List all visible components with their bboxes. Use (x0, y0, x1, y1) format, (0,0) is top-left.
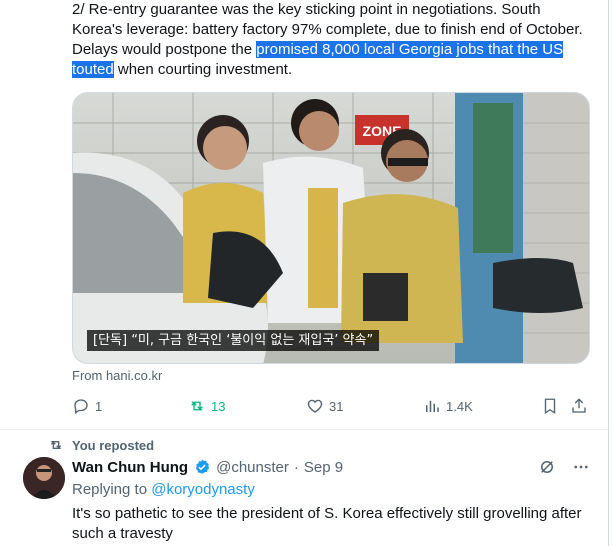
separator-dot: · (293, 458, 299, 476)
timeline-border (608, 0, 609, 546)
tweet-date[interactable]: Sep 9 (304, 459, 343, 476)
tweet-text: It's so pathetic to see the president of… (72, 505, 582, 542)
repost-icon (191, 401, 203, 411)
tweet-text-end: when courting investment. (113, 61, 293, 78)
reply-button[interactable]: 1 (72, 394, 102, 418)
share-icon (572, 398, 586, 413)
avatar[interactable] (23, 457, 65, 499)
reply-count: 1 (95, 398, 103, 414)
image-caption: [단독] “미, 구금 한국인 ‘불이익 없는 재입국’ 약속” (87, 330, 380, 351)
tweet-media-image[interactable]: ZONE [단독] “미, 구금 한국인 ‘불이익 없는 재입국’ 약속” (72, 92, 590, 364)
view-count: 1.4K (446, 398, 473, 414)
replying-label: Replying to (72, 481, 148, 498)
link-source[interactable]: From hani.co.kr (72, 368, 162, 383)
photo: ZONE (73, 93, 589, 363)
more-options-icon[interactable] (572, 458, 590, 476)
views-button[interactable]: 1.4K (423, 394, 473, 418)
author-handle[interactable]: @chunster (216, 459, 289, 476)
repost-label[interactable]: You reposted (72, 438, 154, 453)
bookmark-button[interactable] (541, 394, 559, 418)
social-context: You reposted (48, 436, 154, 454)
repost-button[interactable]: 13 (188, 394, 225, 418)
tweet-actions: 1 13 31 1.4K (72, 394, 592, 418)
replying-to: Replying to @koryodynasty (72, 481, 255, 498)
like-count: 31 (329, 398, 344, 414)
tweet-top-actions (538, 458, 590, 476)
repost-count: 13 (211, 398, 226, 414)
analytics-icon (426, 400, 439, 412)
like-button[interactable]: 31 (306, 394, 343, 418)
replying-handle-link[interactable]: @koryodynasty (151, 481, 255, 498)
grok-icon[interactable] (538, 458, 556, 476)
tweet-text: 2/ Re-entry guarantee was the key sticki… (72, 0, 592, 80)
bookmark-icon (544, 398, 556, 415)
author-name[interactable]: Wan Chun Hung (72, 459, 188, 476)
repost-icon (50, 441, 62, 449)
verified-badge-icon (195, 459, 210, 474)
reply-icon (74, 399, 88, 415)
avatar-image (23, 457, 65, 499)
tweet-divider (0, 429, 609, 430)
tweet-header: Wan Chun Hung @chunster · Sep 9 (72, 457, 343, 477)
share-button[interactable] (570, 394, 588, 418)
heart-icon (307, 399, 323, 413)
